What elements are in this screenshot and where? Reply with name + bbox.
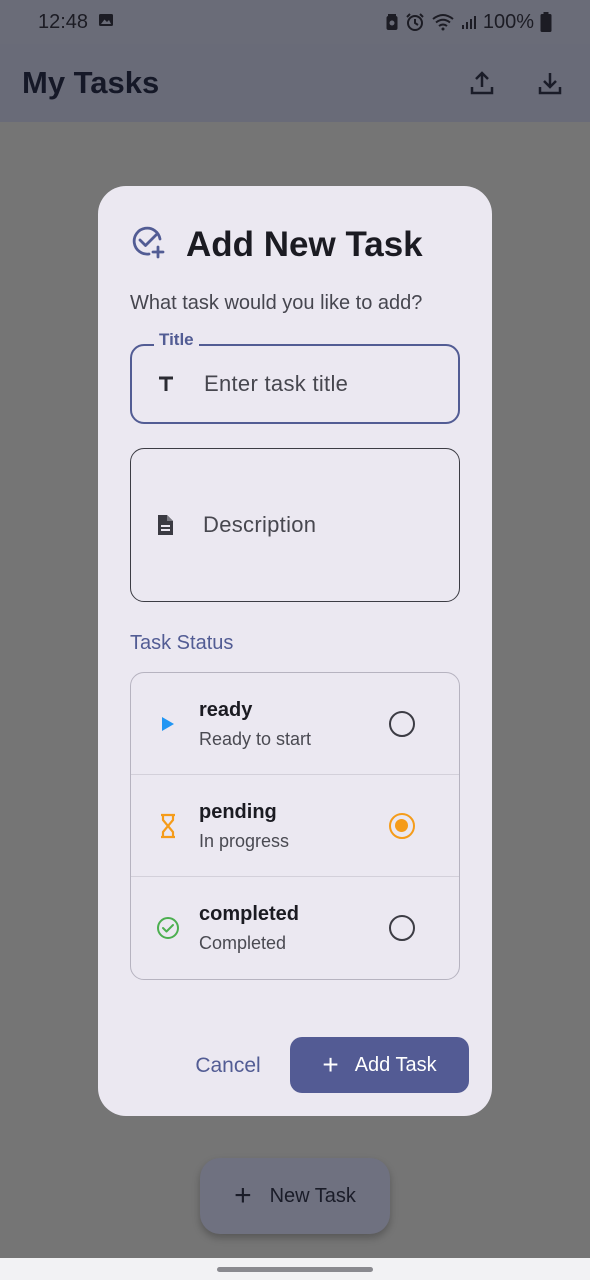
- status-option-completed[interactable]: completed Completed: [131, 877, 459, 979]
- title-input[interactable]: [204, 371, 444, 397]
- title-field-label: Title: [154, 330, 199, 350]
- status-description: Completed: [199, 933, 287, 953]
- status-name: ready: [199, 699, 253, 721]
- add-task-dialog: Add New Task What task would you like to…: [98, 186, 492, 1116]
- radio-completed[interactable]: [389, 915, 415, 941]
- system-nav-bar: [0, 1258, 590, 1280]
- plus-icon: +: [234, 1179, 252, 1212]
- status-option-ready[interactable]: ready Ready to start: [131, 673, 459, 775]
- battery-percent: 100%: [482, 10, 534, 33]
- task-status-label: Task Status: [130, 632, 234, 654]
- status-time: 12:48: [38, 10, 89, 33]
- radio-pending[interactable]: [389, 813, 415, 839]
- status-name: pending: [199, 801, 277, 823]
- gallery-icon: [98, 11, 114, 34]
- hourglass-icon: [155, 813, 181, 839]
- description-input[interactable]: [203, 512, 443, 538]
- document-icon: [155, 515, 175, 535]
- dialog-title: Add New Task: [186, 224, 423, 264]
- status-options: ready Ready to start pending In progress…: [130, 672, 460, 980]
- signal-icon: [461, 14, 477, 30]
- battery-icon: [540, 12, 552, 32]
- cancel-button[interactable]: Cancel: [188, 1038, 268, 1094]
- title-field[interactable]: Title: [130, 330, 460, 424]
- plus-icon: +: [322, 1049, 339, 1080]
- gesture-handle[interactable]: [217, 1267, 373, 1272]
- description-field[interactable]: [130, 448, 460, 602]
- wifi-icon: [431, 13, 455, 31]
- app-bar: My Tasks: [0, 44, 590, 122]
- upload-icon[interactable]: [468, 69, 496, 97]
- status-bar: 12:48 100%: [0, 0, 590, 44]
- add-task-button[interactable]: + Add Task: [290, 1037, 469, 1093]
- status-description: Ready to start: [199, 729, 312, 749]
- text-format-icon: [156, 374, 176, 394]
- status-description: In progress: [199, 831, 290, 851]
- fab-label: New Task: [269, 1184, 356, 1207]
- battery-saver-icon: [385, 13, 399, 31]
- alarm-icon: [405, 12, 425, 32]
- new-task-fab[interactable]: + New Task: [200, 1158, 390, 1234]
- download-icon[interactable]: [536, 69, 564, 97]
- play-icon: [155, 711, 181, 737]
- add-task-label: Add Task: [354, 1053, 437, 1076]
- radio-ready[interactable]: [389, 711, 415, 737]
- status-name: completed: [199, 903, 300, 925]
- app-title: My Tasks: [22, 65, 160, 100]
- dialog-subtitle: What task would you like to add?: [130, 292, 423, 314]
- status-option-pending[interactable]: pending In progress: [131, 775, 459, 877]
- check-circle-icon: [155, 915, 181, 941]
- add-task-icon: [130, 224, 166, 265]
